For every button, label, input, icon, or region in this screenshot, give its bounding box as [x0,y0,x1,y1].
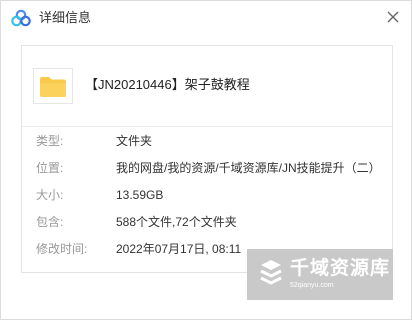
detail-value: 588个文件,72个文件夹 [116,215,237,229]
details-dialog: 详细信息 【JN20210446】架子鼓教程 类型: 文件夹 位置: 我的网盘/… [0,0,412,320]
file-name: 【JN20210446】架子鼓教程 [85,77,250,92]
watermark-text: 千域资源库 [290,258,391,279]
detail-label: 位置: [36,161,64,175]
folder-icon [40,77,66,97]
detail-row-size: 大小: 13.59GB [22,186,392,204]
close-button[interactable] [383,7,403,27]
watermark-logo-icon [257,259,285,294]
cloud-logo-icon [11,9,31,27]
detail-value: 我的网盘/我的资源/千域资源库/JN技能提升（二） [116,161,381,175]
details-card: 【JN20210446】架子鼓教程 类型: 文件夹 位置: 我的网盘/我的资源/… [21,45,393,273]
detail-label: 大小: [36,188,64,202]
watermark: 千域资源库 52qianyu.com [247,249,393,300]
detail-value: 文件夹 [116,134,153,148]
close-icon [387,11,399,23]
title-bar: 详细信息 [1,1,411,35]
detail-label: 修改时间: [36,242,88,256]
detail-row-contains: 包含: 588个文件,72个文件夹 [22,213,392,231]
detail-value: 13.59GB [116,188,164,202]
detail-label: 类型: [36,134,64,148]
detail-row-location: 位置: 我的网盘/我的资源/千域资源库/JN技能提升（二） [22,159,392,177]
detail-row-type: 类型: 文件夹 [22,132,392,150]
watermark-url: 52qianyu.com [290,282,334,289]
divider [22,126,392,127]
dialog-title: 详细信息 [39,10,92,25]
detail-label: 包含: [36,215,64,229]
detail-value: 2022年07月17日, 08:11 [116,242,242,256]
folder-thumbnail [33,68,73,104]
